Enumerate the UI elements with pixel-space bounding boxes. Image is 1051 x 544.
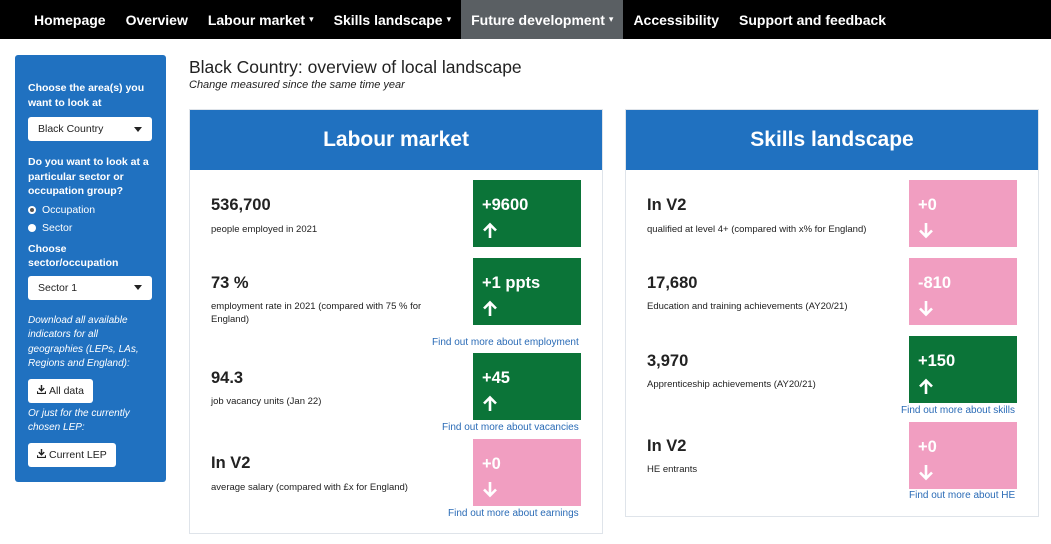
caret-down-icon: ▾ bbox=[446, 14, 452, 24]
nav-future-development[interactable]: Future development ▾ bbox=[461, 0, 624, 39]
radio-unselected-icon bbox=[28, 223, 36, 232]
sidebar: Choose the area(s) you want to look at B… bbox=[15, 55, 166, 482]
area-select-value: Black Country bbox=[38, 123, 104, 135]
labour-market-heading: Labour market bbox=[190, 110, 602, 170]
current-lep-note: Or just for the currently chosen LEP: bbox=[28, 407, 130, 434]
earnings-link[interactable]: Find out more about earnings bbox=[448, 508, 579, 519]
all-data-label: All data bbox=[49, 384, 85, 397]
vacancies-change-box: +45 bbox=[473, 353, 581, 420]
he-change-box: +0 bbox=[909, 422, 1017, 489]
nav-label: Support and feedback bbox=[739, 11, 887, 28]
salary-desc: average salary (compared with £x for Eng… bbox=[211, 482, 408, 493]
radio-selected-icon bbox=[28, 205, 36, 214]
radio-sector-label: Sector bbox=[42, 221, 73, 234]
education-desc: Education and training achievements (AY2… bbox=[647, 301, 848, 312]
level4-desc: qualified at level 4+ (compared with x% … bbox=[647, 224, 867, 235]
arrow-up-icon bbox=[482, 395, 498, 417]
education-change-box: -810 bbox=[909, 258, 1017, 325]
salary-change: +0 bbox=[482, 455, 501, 473]
apprenticeship-change: +150 bbox=[918, 352, 956, 370]
current-lep-label: Current LEP bbox=[49, 448, 107, 461]
level4-change: +0 bbox=[918, 196, 937, 214]
vacancies-link[interactable]: Find out more about vacancies bbox=[442, 422, 579, 433]
skills-landscape-heading: Skills landscape bbox=[626, 110, 1038, 170]
apprenticeship-desc: Apprenticeship achievements (AY20/21) bbox=[647, 379, 816, 390]
employed-change: +9600 bbox=[482, 196, 529, 214]
caret-down-icon: ▾ bbox=[608, 14, 614, 24]
level4-stat: In V2 bbox=[647, 196, 687, 214]
nav-label: Labour market bbox=[207, 11, 306, 28]
nav-label: Accessibility bbox=[633, 11, 720, 28]
he-link[interactable]: Find out more about HE bbox=[909, 490, 1015, 501]
current-lep-button[interactable]: Current LEP bbox=[28, 442, 116, 467]
nav-label: Skills landscape bbox=[333, 11, 443, 28]
apprenticeship-stat: 3,970 bbox=[647, 352, 689, 370]
he-change: +0 bbox=[918, 438, 937, 456]
employment-link[interactable]: Find out more about employment bbox=[432, 337, 579, 348]
arrow-down-icon bbox=[918, 300, 934, 322]
nav-label: Future development bbox=[471, 11, 605, 28]
sector-label: Choose sector/occupation bbox=[28, 242, 119, 270]
level4-change-box: +0 bbox=[909, 180, 1017, 247]
employment-rate-desc: employment rate in 2021 (compared with 7… bbox=[211, 301, 422, 325]
vacancies-change: +45 bbox=[482, 369, 510, 387]
nav-label: Overview bbox=[125, 11, 188, 28]
nav-support-feedback[interactable]: Support and feedback bbox=[729, 0, 896, 39]
all-data-button[interactable]: All data bbox=[28, 378, 94, 403]
employment-rate-change: +1 ppts bbox=[482, 274, 541, 292]
arrow-up-icon bbox=[482, 222, 498, 244]
nav-label: Homepage bbox=[34, 11, 106, 28]
sector-select[interactable]: Sector 1 bbox=[28, 275, 152, 300]
employed-stat: 536,700 bbox=[211, 196, 271, 214]
skills-landscape-panel: Skills landscape In V2 qualified at leve… bbox=[625, 109, 1039, 517]
radio-sector[interactable]: Sector bbox=[28, 219, 153, 237]
sector-select-value: Sector 1 bbox=[38, 281, 78, 294]
arrow-down-icon bbox=[918, 464, 934, 486]
chevron-down-icon bbox=[134, 126, 142, 132]
employment-rate-stat: 73 % bbox=[211, 274, 249, 292]
arrow-down-icon bbox=[482, 481, 498, 503]
caret-down-icon: ▾ bbox=[309, 14, 314, 24]
radio-occupation[interactable]: Occupation bbox=[28, 201, 153, 219]
apprenticeship-change-box: +150 bbox=[909, 336, 1017, 403]
nav-skills-landscape[interactable]: Skills landscape ▾ bbox=[324, 0, 461, 39]
arrow-up-icon bbox=[482, 300, 498, 322]
he-stat: In V2 bbox=[647, 437, 687, 455]
vacancies-desc: job vacancy units (Jan 22) bbox=[211, 396, 322, 407]
download-icon bbox=[36, 384, 47, 397]
labour-market-panel: Labour market 536,700 people employed in… bbox=[189, 109, 603, 534]
radio-occupation-label: Occupation bbox=[42, 203, 96, 216]
employed-change-box: +9600 bbox=[473, 180, 581, 247]
page-subtitle: Change measured since the same time year bbox=[189, 79, 405, 91]
area-label: Choose the area(s) you want to look at bbox=[28, 82, 145, 109]
salary-change-box: +0 bbox=[473, 439, 581, 506]
vacancies-stat: 94.3 bbox=[211, 369, 244, 387]
page-title: Black Country: overview of local landsca… bbox=[189, 57, 522, 77]
top-navbar: Homepage Overview Labour market ▾ Skills … bbox=[0, 0, 1051, 39]
download-icon bbox=[36, 448, 47, 461]
nav-homepage[interactable]: Homepage bbox=[24, 0, 116, 39]
skills-link[interactable]: Find out more about skills bbox=[901, 405, 1015, 416]
nav-labour-market[interactable]: Labour market ▾ bbox=[198, 0, 324, 39]
nav-overview[interactable]: Overview bbox=[116, 0, 198, 39]
he-desc: HE entrants bbox=[647, 464, 698, 475]
employed-desc: people employed in 2021 bbox=[211, 224, 318, 235]
arrow-down-icon bbox=[918, 222, 934, 244]
employment-rate-change-box: +1 ppts bbox=[473, 258, 581, 325]
salary-stat: In V2 bbox=[211, 454, 251, 472]
education-change: -810 bbox=[918, 274, 952, 292]
nav-accessibility[interactable]: Accessibility bbox=[623, 0, 729, 39]
area-select[interactable]: Black Country bbox=[28, 117, 152, 141]
download-note: Download all available indicators for al… bbox=[28, 314, 139, 370]
chevron-down-icon bbox=[134, 285, 142, 290]
arrow-up-icon bbox=[918, 378, 934, 400]
group-question: Do you want to look at a particular sect… bbox=[28, 156, 149, 197]
education-stat: 17,680 bbox=[647, 274, 698, 292]
